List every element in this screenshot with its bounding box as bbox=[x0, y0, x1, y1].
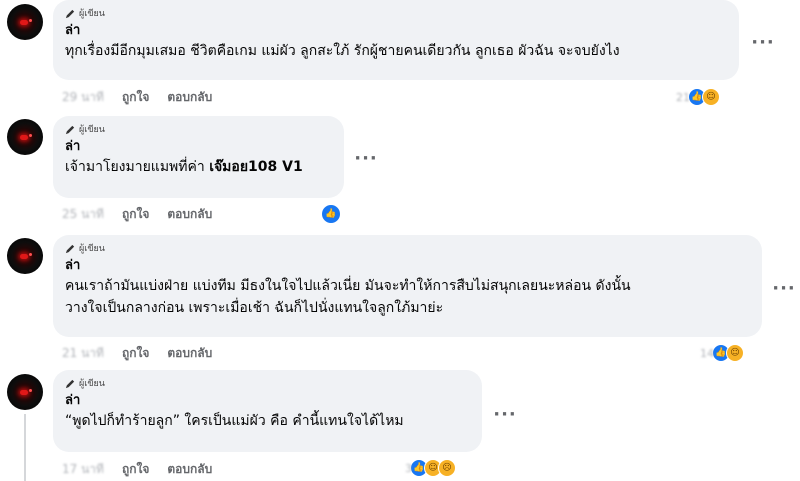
avatar[interactable] bbox=[7, 374, 43, 410]
haha-icon: ☺ bbox=[726, 344, 744, 362]
pencil-icon bbox=[65, 9, 75, 18]
comment-bubble: ผู้เขียน ล่า ทุกเรื่องมีอีกมุมเสมอ ชีวิต… bbox=[53, 0, 739, 80]
avatar[interactable] bbox=[7, 119, 43, 155]
author-badge: ผู้เขียน bbox=[65, 376, 470, 390]
more-options-button[interactable]: ··· bbox=[751, 30, 775, 54]
author-name[interactable]: ล่า bbox=[65, 257, 750, 275]
comment-text-plain: เจ้ามาโยงมายแมพที่ค่า bbox=[65, 159, 210, 175]
author-badge: ผู้เขียน bbox=[65, 6, 727, 20]
pencil-icon bbox=[65, 125, 75, 134]
comment-text-line: คนเราถ้ามันแบ่งฝ่าย แบ่งทีม มีธงในใจไปแล… bbox=[65, 278, 631, 294]
pencil-icon bbox=[65, 244, 75, 253]
reaction-count: 21 bbox=[676, 90, 690, 104]
reply-button[interactable]: ตอบกลับ bbox=[167, 88, 212, 107]
author-badge-label: ผู้เขียน bbox=[79, 244, 105, 254]
haha-icon: ☺ bbox=[702, 88, 720, 106]
like-button[interactable]: ถูกใจ bbox=[122, 205, 149, 224]
avatar[interactable] bbox=[7, 4, 43, 40]
comment-text: ทุกเรื่องมีอีกมุมเสมอ ชีวิตคือเกม แม่ผัว… bbox=[65, 43, 620, 59]
reaction-summary[interactable]: 21 👍 ☺ bbox=[676, 88, 720, 106]
reaction-count: 3 bbox=[405, 461, 412, 475]
author-badge: ผู้เขียน bbox=[65, 122, 332, 136]
author-name[interactable]: ล่า bbox=[65, 138, 332, 156]
comment-time[interactable]: 17 นาที bbox=[62, 460, 104, 479]
more-options-button[interactable]: ··· bbox=[493, 402, 517, 426]
pencil-icon bbox=[65, 379, 75, 388]
author-badge-label: ผู้เขียน bbox=[79, 125, 105, 135]
author-name[interactable]: ล่า bbox=[65, 392, 470, 410]
reply-button[interactable]: ตอบกลับ bbox=[167, 205, 212, 224]
like-icon: 👍 bbox=[321, 204, 341, 224]
like-button[interactable]: ถูกใจ bbox=[122, 344, 149, 363]
comment-actions: 21 นาที ถูกใจ ตอบกลับ bbox=[62, 344, 212, 362]
sad-icon: ☹ bbox=[438, 459, 456, 477]
comment: ผู้เขียน ล่า เจ้ามาโยงมายแมพที่ค่า เจ๊มอ… bbox=[0, 115, 800, 235]
comment-actions: 25 นาที ถูกใจ ตอบกลับ bbox=[62, 205, 212, 223]
comment-actions: 17 นาที ถูกใจ ตอบกลับ bbox=[62, 460, 212, 478]
comment-time[interactable]: 21 นาที bbox=[62, 344, 104, 363]
comment-actions: 29 นาที ถูกใจ ตอบกลับ bbox=[62, 88, 212, 106]
reaction-summary[interactable]: 14 👍 ☺ bbox=[700, 344, 744, 362]
comment-text: “พูดไปก็ทำร้ายลูก” ใครเป็นแม่ผัว คือ คำน… bbox=[65, 413, 404, 429]
comment-time[interactable]: 25 นาที bbox=[62, 205, 104, 224]
like-button[interactable]: ถูกใจ bbox=[122, 88, 149, 107]
comment: ผู้เขียน ล่า ทุกเรื่องมีอีกมุมเสมอ ชีวิต… bbox=[0, 0, 800, 115]
comment-text-line: วางใจเป็นกลางก่อน เพราะเมื่อเช้า ฉันก็ไป… bbox=[65, 300, 444, 316]
thread-line bbox=[24, 414, 26, 481]
reaction-summary[interactable]: 3 👍 ☺ ☹ bbox=[405, 459, 456, 477]
comment-time[interactable]: 29 นาที bbox=[62, 88, 104, 107]
more-options-button[interactable]: ··· bbox=[354, 146, 378, 170]
reaction-summary[interactable]: 👍 bbox=[321, 204, 341, 224]
avatar[interactable] bbox=[7, 238, 43, 274]
author-name[interactable]: ล่า bbox=[65, 22, 727, 40]
comment-bubble: ผู้เขียน ล่า เจ้ามาโยงมายแมพที่ค่า เจ๊มอ… bbox=[53, 116, 344, 198]
reply-button[interactable]: ตอบกลับ bbox=[167, 460, 212, 479]
author-badge-label: ผู้เขียน bbox=[79, 9, 105, 19]
comment-text: เจ้ามาโยงมายแมพที่ค่า เจ๊มอย108 V1 bbox=[65, 156, 332, 178]
author-badge: ผู้เขียน bbox=[65, 241, 750, 255]
like-button[interactable]: ถูกใจ bbox=[122, 460, 149, 479]
comment-bubble: ผู้เขียน ล่า คนเราถ้ามันแบ่งฝ่าย แบ่งทีม… bbox=[53, 235, 762, 337]
comment: ผู้เขียน ล่า คนเราถ้ามันแบ่งฝ่าย แบ่งทีม… bbox=[0, 235, 800, 370]
author-badge-label: ผู้เขียน bbox=[79, 379, 105, 389]
comment-bubble: ผู้เขียน ล่า “พูดไปก็ทำร้ายลูก” ใครเป็นแ… bbox=[53, 370, 482, 452]
reply-button[interactable]: ตอบกลับ bbox=[167, 344, 212, 363]
more-options-button[interactable]: ··· bbox=[772, 276, 796, 300]
reaction-count: 14 bbox=[700, 346, 714, 360]
mention-link[interactable]: เจ๊มอย108 V1 bbox=[209, 159, 303, 175]
comment: ผู้เขียน ล่า “พูดไปก็ทำร้ายลูก” ใครเป็นแ… bbox=[0, 370, 800, 481]
